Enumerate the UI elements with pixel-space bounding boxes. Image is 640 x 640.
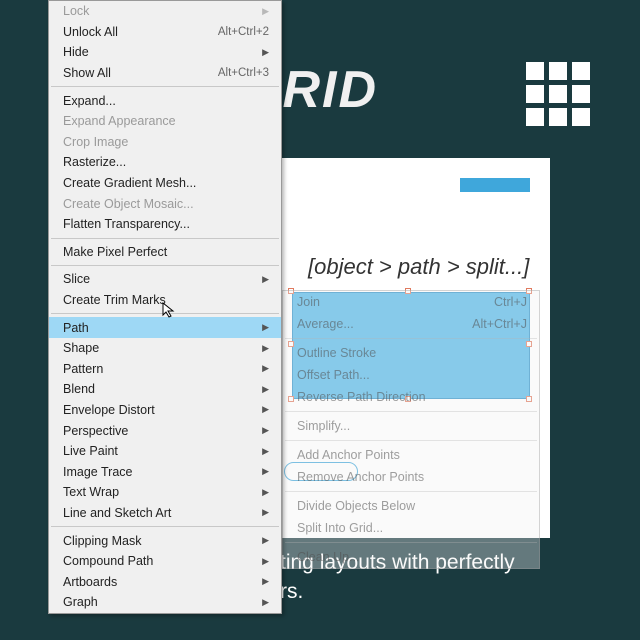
selection-handle[interactable] [526, 288, 532, 294]
chevron-right-icon: ▶ [262, 343, 269, 354]
chevron-right-icon: ▶ [262, 466, 269, 477]
menu-item-gradient-mesh[interactable]: Create Gradient Mesh... [49, 173, 281, 194]
rounded-button-outline [284, 462, 358, 481]
menu-item-hide[interactable]: Hide▶ [49, 42, 281, 63]
menu-item-compound-path[interactable]: Compound Path▶ [49, 551, 281, 572]
chevron-right-icon: ▶ [262, 507, 269, 518]
menu-item-trim-marks[interactable]: Create Trim Marks [49, 290, 281, 311]
selection-handle[interactable] [405, 396, 411, 402]
chevron-right-icon: ▶ [262, 535, 269, 546]
menu-item-rasterize[interactable]: Rasterize... [49, 152, 281, 173]
menu-item-expand-appearance[interactable]: Expand Appearance [49, 111, 281, 132]
menu-item-text-wrap[interactable]: Text Wrap▶ [49, 482, 281, 503]
menu-item-envelope-distort[interactable]: Envelope Distort▶ [49, 400, 281, 421]
chevron-right-icon: ▶ [262, 274, 269, 285]
menu-item-lock[interactable]: Lock▶ [49, 1, 281, 22]
chevron-right-icon: ▶ [262, 322, 269, 333]
chevron-right-icon: ▶ [262, 6, 269, 17]
menu-item-unlock-all[interactable]: Unlock AllAlt+Ctrl+2 [49, 22, 281, 43]
menu-item-flatten-transparency[interactable]: Flatten Transparency... [49, 214, 281, 235]
selected-rectangle[interactable] [292, 292, 530, 399]
menu-item-path[interactable]: Path▶ [49, 317, 281, 338]
menu-item-line-sketch[interactable]: Line and Sketch Art▶ [49, 503, 281, 524]
menu-item-crop-image[interactable]: Crop Image [49, 132, 281, 153]
menu-item-shape[interactable]: Shape▶ [49, 338, 281, 359]
chevron-right-icon: ▶ [262, 404, 269, 415]
chevron-right-icon: ▶ [262, 363, 269, 374]
menu-item-slice[interactable]: Slice▶ [49, 269, 281, 290]
chevron-right-icon: ▶ [262, 425, 269, 436]
menu-item-graph[interactable]: Graph▶ [49, 592, 281, 613]
selection-handle[interactable] [526, 396, 532, 402]
menu-item-blend[interactable]: Blend▶ [49, 379, 281, 400]
chevron-right-icon: ▶ [262, 446, 269, 457]
selection-handle[interactable] [526, 341, 532, 347]
menu-item-pixel-perfect[interactable]: Make Pixel Perfect [49, 242, 281, 263]
chevron-right-icon: ▶ [262, 487, 269, 498]
chevron-right-icon: ▶ [262, 556, 269, 567]
menu-item-clipping-mask[interactable]: Clipping Mask▶ [49, 530, 281, 551]
menu-item-object-mosaic[interactable]: Create Object Mosaic... [49, 193, 281, 214]
caption-text: ting layouts with perfectly rs. [280, 548, 515, 607]
menu-item-pattern[interactable]: Pattern▶ [49, 359, 281, 380]
menu-item-artboards[interactable]: Artboards▶ [49, 571, 281, 592]
chevron-right-icon: ▶ [262, 384, 269, 395]
chevron-right-icon: ▶ [262, 597, 269, 608]
menu-item-perspective[interactable]: Perspective▶ [49, 420, 281, 441]
chevron-right-icon: ▶ [262, 47, 269, 58]
selection-handle[interactable] [405, 288, 411, 294]
selection-handle[interactable] [288, 288, 294, 294]
selection-handle[interactable] [288, 396, 294, 402]
selection-handle[interactable] [288, 341, 294, 347]
breadcrumb-hint: [object > path > split...] [308, 254, 529, 280]
menu-item-show-all[interactable]: Show AllAlt+Ctrl+3 [49, 63, 281, 84]
chevron-right-icon: ▶ [262, 576, 269, 587]
menu-item-live-paint[interactable]: Live Paint▶ [49, 441, 281, 462]
menu-item-expand[interactable]: Expand... [49, 90, 281, 111]
object-menu: Lock▶ Unlock AllAlt+Ctrl+2 Hide▶ Show Al… [48, 0, 282, 614]
grid-icon [526, 62, 590, 126]
menu-item-image-trace[interactable]: Image Trace▶ [49, 461, 281, 482]
tab-highlight [460, 178, 530, 192]
